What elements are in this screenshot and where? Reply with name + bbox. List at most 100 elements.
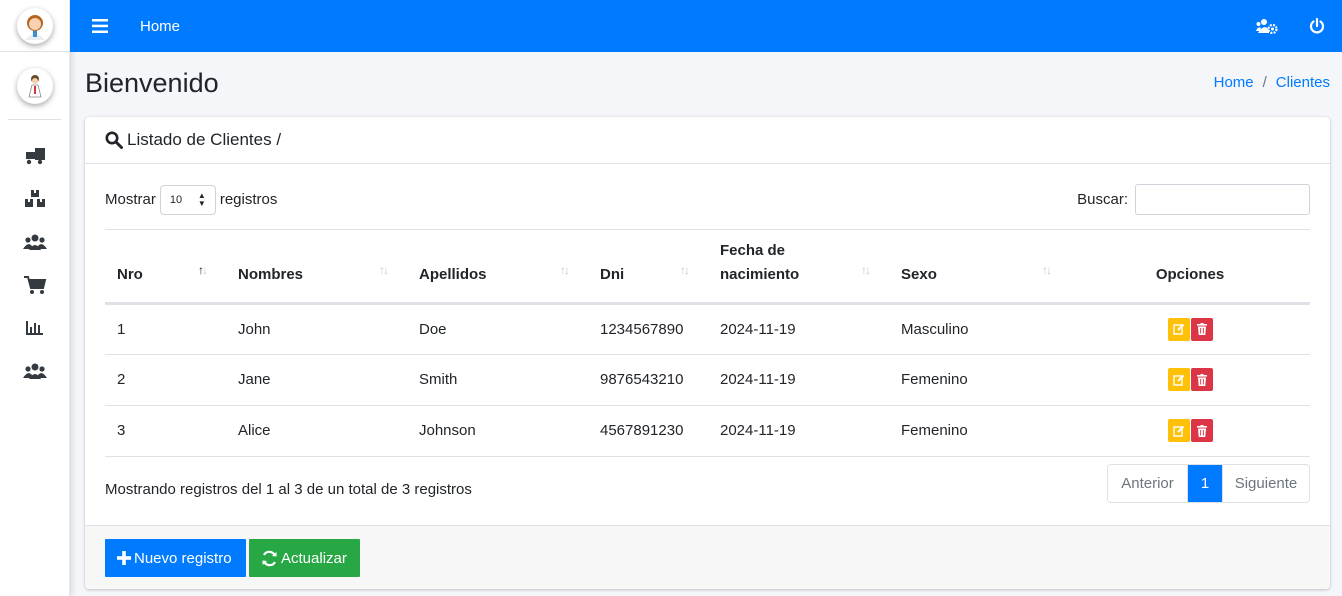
table-controls: Mostrar 10 ▲ ▼ registros Buscar: <box>105 184 1310 215</box>
table-info: Mostrando registros del 1 al 3 de un tot… <box>105 481 472 498</box>
breadcrumb-clients-link[interactable]: Clientes <box>1276 74 1330 91</box>
column-header-nombres[interactable]: Nombres ↑↓ <box>226 230 407 305</box>
users-cog-icon <box>1256 19 1278 34</box>
edit-icon <box>1172 425 1184 437</box>
column-header-nro[interactable]: Nro ↑↓ <box>105 230 226 305</box>
clients-table-wrapper: Nro ↑↓ Nombres ↑↓ Apellidos ↑↓ Dni ↑↓ Fecha … <box>105 229 1310 457</box>
edit-button[interactable] <box>1167 419 1190 442</box>
sort-icon: ↑↓ <box>379 262 389 277</box>
table-row: 2 Jane Smith 9876543210 2024-11-19 Femen… <box>105 354 1310 406</box>
pagination-page-button[interactable]: 1 <box>1188 465 1222 502</box>
search-input[interactable] <box>1135 184 1310 215</box>
user-avatar[interactable] <box>16 67 53 104</box>
navbar-right <box>1242 0 1342 52</box>
column-header-sexo[interactable]: Sexo ↑↓ <box>889 230 1070 305</box>
column-header-apellidos[interactable]: Apellidos ↑↓ <box>407 230 588 305</box>
edit-button[interactable] <box>1167 368 1190 391</box>
table-header-row: Nro ↑↓ Nombres ↑↓ Apellidos ↑↓ Dni ↑↓ Fecha … <box>105 230 1310 305</box>
cell-sexo: Femenino <box>889 354 1070 406</box>
column-header-label: Opciones <box>1155 265 1225 283</box>
cell-fecha: 2024-11-19 <box>708 303 889 355</box>
brand-logo <box>16 7 53 44</box>
search-icon <box>105 131 123 149</box>
sidebar-item-users[interactable] <box>0 349 69 392</box>
bar-chart-icon <box>25 320 43 335</box>
cell-fecha: 2024-11-19 <box>708 405 889 457</box>
search-label: Buscar: <box>1077 191 1128 208</box>
sort-icon: ↑↓ <box>1042 262 1052 277</box>
cell-nombres: John <box>226 303 407 355</box>
column-header-label: Nombres <box>238 265 304 283</box>
column-header-fecha[interactable]: Fecha de nacimiento ↑↓ <box>708 230 889 305</box>
sidebar <box>0 0 70 596</box>
trash-icon <box>1196 424 1207 437</box>
pagination: Anterior 1 Siguiente <box>1107 464 1310 503</box>
plus-icon <box>117 551 131 565</box>
delete-button[interactable] <box>1190 419 1213 442</box>
edit-icon <box>1172 374 1184 386</box>
cell-sexo: Femenino <box>889 405 1070 457</box>
user-panel[interactable] <box>8 52 61 120</box>
delete-button[interactable] <box>1190 368 1213 391</box>
logout-button[interactable] <box>1292 0 1342 52</box>
cell-nombres: Alice <box>226 405 407 457</box>
users-icon <box>22 363 47 379</box>
page-length-value: 10 <box>169 193 183 206</box>
sort-icon: ↑↓ <box>861 262 871 277</box>
breadcrumb: Home / Clientes <box>1214 74 1330 91</box>
cell-dni: 9876543210 <box>588 354 708 406</box>
sort-asc-icon: ↑↓ <box>198 262 208 277</box>
pagination-next-button[interactable]: Siguiente <box>1222 465 1309 502</box>
sort-icon: ↑↓ <box>680 262 690 277</box>
users-icon <box>22 234 47 250</box>
show-prefix-label: Mostrar <box>105 191 156 208</box>
edit-icon <box>1172 323 1184 335</box>
new-record-label: Nuevo registro <box>134 549 232 567</box>
card-footer: Nuevo registro Actualizar <box>85 525 1330 589</box>
sidebar-item-shipping[interactable] <box>0 134 69 177</box>
page-title: Bienvenido <box>85 68 219 98</box>
show-suffix-label: registros <box>219 191 278 208</box>
sidebar-item-products[interactable] <box>0 177 69 220</box>
cell-sexo: Masculino <box>889 303 1070 355</box>
sidebar-item-reports[interactable] <box>0 306 69 349</box>
cell-nro: 2 <box>105 354 226 406</box>
column-header-label: Fecha de nacimiento <box>720 241 800 283</box>
page-length-control: Mostrar 10 ▲ ▼ registros <box>105 184 277 215</box>
navbar-home-link[interactable]: Home <box>140 18 180 35</box>
clients-table: Nro ↑↓ Nombres ↑↓ Apellidos ↑↓ Dni ↑↓ Fecha … <box>105 230 1310 457</box>
page-length-select[interactable]: 10 ▲ ▼ <box>159 184 216 215</box>
sidebar-item-sales[interactable] <box>0 263 69 306</box>
cell-nro: 3 <box>105 405 226 457</box>
refresh-button[interactable]: Actualizar <box>249 539 360 577</box>
clients-card: Listado de Clientes / Mostrar 10 ▲ ▼ regi… <box>85 117 1330 589</box>
column-header-opciones: Opciones <box>1070 230 1310 305</box>
column-header-dni[interactable]: Dni ↑↓ <box>588 230 708 305</box>
cell-opciones <box>1070 303 1310 355</box>
brand[interactable] <box>0 0 69 52</box>
user-settings-button[interactable] <box>1242 0 1292 52</box>
card-header: Listado de Clientes / <box>85 117 1330 164</box>
select-arrows-icon: ▲ ▼ <box>197 190 206 208</box>
pagination-prev-button[interactable]: Anterior <box>1108 465 1188 502</box>
sort-icon: ↑↓ <box>560 262 570 277</box>
sync-icon <box>262 550 277 566</box>
table-row: 1 John Doe 1234567890 2024-11-19 Masculi… <box>105 303 1310 355</box>
menu-icon <box>92 19 108 33</box>
search-control: Buscar: <box>1077 184 1310 215</box>
card-title: Listado de Clientes / <box>127 130 282 149</box>
menu-toggle-button[interactable] <box>70 0 130 52</box>
cell-opciones <box>1070 405 1310 457</box>
breadcrumb-home-link[interactable]: Home <box>1214 74 1254 91</box>
top-navbar: Home <box>70 0 1342 52</box>
trash-icon <box>1196 373 1207 386</box>
trash-icon <box>1196 323 1207 335</box>
breadcrumb-separator: / <box>1262 74 1267 91</box>
cell-apellidos: Smith <box>407 354 588 406</box>
edit-button[interactable] <box>1167 317 1190 341</box>
cart-icon <box>23 275 46 294</box>
new-record-button[interactable]: Nuevo registro <box>105 539 246 577</box>
delete-button[interactable] <box>1190 317 1213 341</box>
sidebar-item-clients[interactable] <box>0 220 69 263</box>
truck-loading-icon <box>25 147 45 164</box>
